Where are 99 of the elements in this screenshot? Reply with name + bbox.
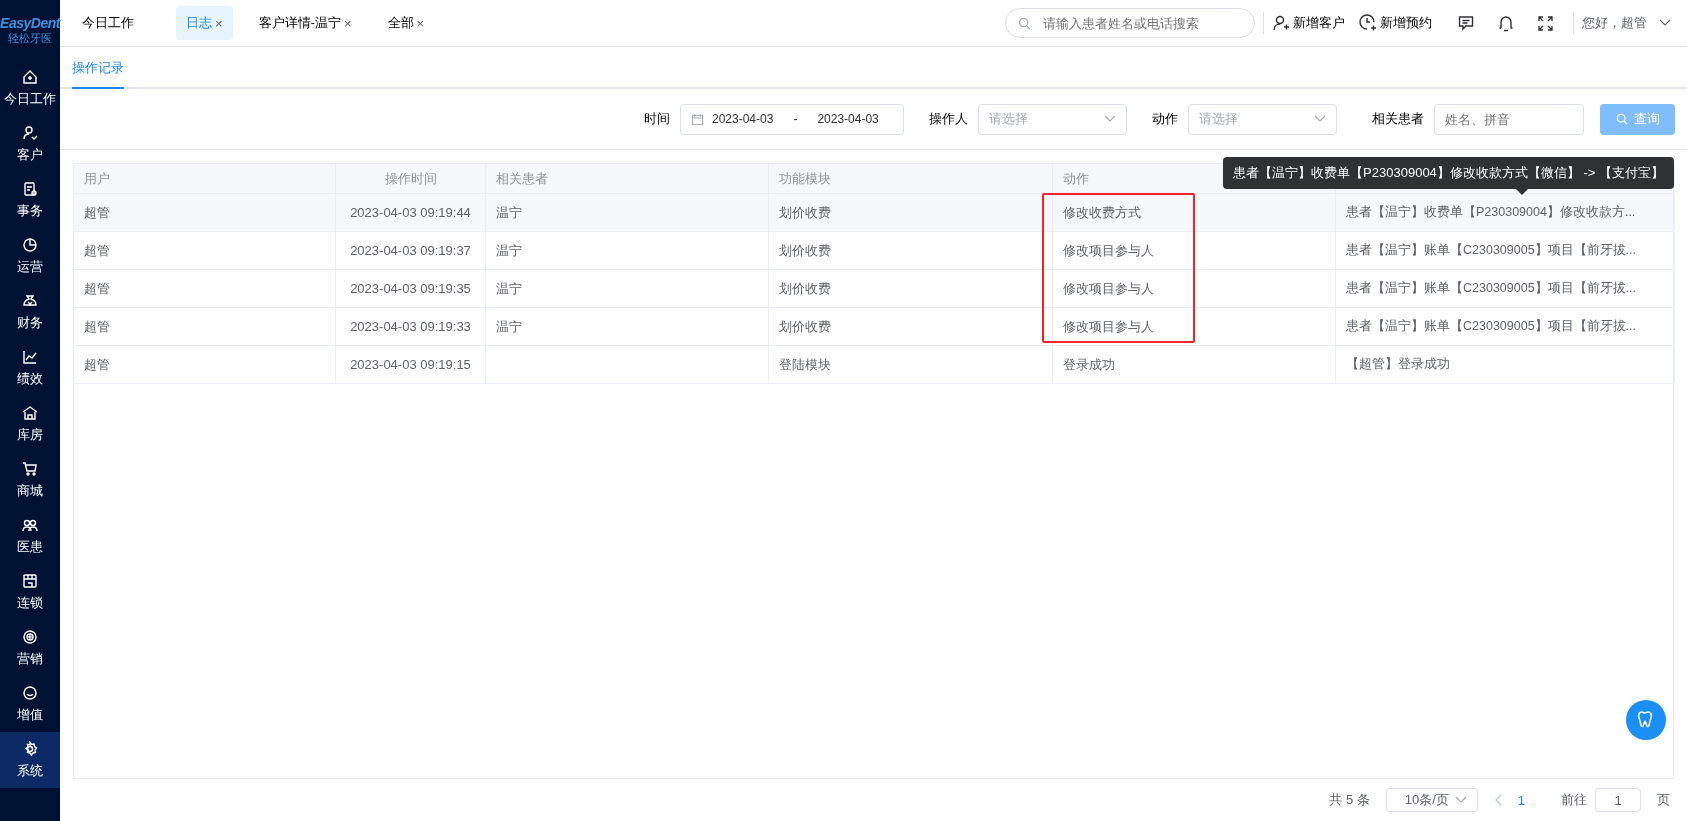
bell-icon[interactable] — [1498, 14, 1514, 32]
target-icon — [22, 628, 38, 645]
logo-brand: EasyDent — [0, 14, 60, 31]
page-input[interactable]: 1 — [1595, 788, 1641, 812]
header-action-button[interactable]: 新增预约 — [1359, 14, 1432, 32]
store-icon — [22, 572, 38, 589]
table-cell: 温宁 — [496, 241, 522, 260]
table-cell: 【超管】登录成功 — [1346, 356, 1450, 373]
table-cell: 修改项目参与人 — [1063, 241, 1154, 260]
table-cell: 超管 — [84, 203, 110, 222]
total-count: 共 5 条 — [1329, 791, 1370, 809]
page-tab[interactable]: 全部 × — [377, 6, 435, 40]
column-header: 动作 — [1063, 169, 1089, 188]
page-size-select[interactable]: 10条/页 — [1385, 788, 1478, 812]
filter-label: 操作人 — [929, 110, 968, 128]
logo-subtitle: 轻松牙医 — [8, 31, 52, 46]
chevron-down-icon — [1104, 115, 1116, 123]
tooth-button[interactable] — [1626, 700, 1666, 740]
gear-icon — [22, 740, 38, 757]
document-icon — [22, 180, 38, 197]
sidebar-item[interactable]: 医患 — [0, 508, 60, 564]
table-cell: 患者【温宁】账单【C230309005】项目【前牙拔... — [1346, 280, 1636, 297]
column-header: 用户 — [84, 169, 110, 188]
table-cell: 划价收费 — [779, 203, 831, 222]
money-bag-icon — [22, 292, 38, 309]
table-cell: 2023-04-03 09:19:33 — [350, 319, 471, 334]
sidebar-item[interactable]: 财务 — [0, 284, 60, 340]
chevron-down-icon — [1659, 19, 1671, 27]
column-header: 操作时间 — [384, 169, 437, 188]
page-tab[interactable]: 今日工作 — [72, 6, 144, 40]
sidebar-item[interactable]: 营销 — [0, 620, 60, 676]
close-icon[interactable]: × — [215, 15, 223, 31]
search-icon — [1018, 16, 1031, 30]
table-cell: 修改收费方式 — [1063, 203, 1141, 222]
add-person-icon — [1272, 14, 1290, 32]
table-cell: 患者【温宁】收费单【P230309004】修改收款方... — [1346, 204, 1636, 221]
add-clock-icon — [1359, 14, 1377, 32]
close-icon[interactable]: × — [343, 15, 352, 31]
home-icon — [22, 68, 38, 85]
date-range-field[interactable]: 2023-04-03 - 2023-04-03 — [680, 103, 904, 135]
sidebar-item[interactable]: 系统 — [0, 732, 60, 788]
sidebar-item[interactable]: 库房 — [0, 396, 60, 452]
search-icon — [1615, 113, 1628, 125]
sidebar-item[interactable]: 增值 — [0, 676, 60, 732]
column-header: 相关患者 — [496, 169, 548, 188]
sidebar-item[interactable]: 商城 — [0, 452, 60, 508]
calendar-icon — [691, 112, 704, 126]
message-icon[interactable] — [1458, 15, 1474, 31]
chevron-down-icon — [1454, 796, 1467, 804]
sidebar-item[interactable]: 运营 — [0, 228, 60, 284]
sidebar-item[interactable]: 今日工作 — [0, 60, 60, 116]
chevron-down-icon — [1314, 115, 1326, 123]
cart-icon — [22, 460, 38, 477]
header-action-button[interactable]: 新增客户 — [1272, 14, 1345, 32]
section-tab[interactable]: 操作记录 — [72, 59, 124, 89]
filter-label: 相关患者 — [1372, 110, 1424, 128]
tooltip-arrow — [1516, 189, 1528, 195]
column-header: 功能模块 — [779, 169, 831, 188]
person-icon — [22, 124, 38, 141]
table-cell: 2023-04-03 09:19:44 — [350, 205, 471, 220]
sidebar-item[interactable]: 事务 — [0, 172, 60, 228]
table-cell: 划价收费 — [779, 317, 831, 336]
page-tab[interactable]: 日志 × — [176, 6, 233, 40]
table-cell: 2023-04-03 09:19:37 — [350, 243, 471, 258]
user-menu[interactable]: 您好，超管 — [1582, 14, 1675, 32]
table-cell: 划价收费 — [779, 241, 831, 260]
smile-icon — [22, 684, 38, 701]
table-cell: 超管 — [84, 355, 110, 374]
sidebar-item[interactable]: 绩效 — [0, 340, 60, 396]
table-cell: 登陆模块 — [779, 355, 831, 374]
table-cell: 患者【温宁】账单【C230309005】项目【前牙拔... — [1346, 318, 1636, 335]
table-cell: 修改项目参与人 — [1063, 279, 1154, 298]
table-cell: 超管 — [84, 317, 110, 336]
table-cell: 超管 — [84, 241, 110, 260]
table-cell: 温宁 — [496, 279, 522, 298]
filter-label: 时间 — [644, 110, 670, 128]
tooltip: 患者【温宁】收费单【P230309004】修改收款方式【微信】 -> 【支付宝】 — [1223, 157, 1674, 189]
goto-label: 前往 — [1561, 791, 1587, 809]
page-suffix: 页 — [1657, 791, 1670, 809]
patient-field[interactable]: 姓名、拼音 — [1434, 103, 1584, 135]
table-cell: 2023-04-03 09:19:15 — [350, 357, 471, 372]
sidebar-item[interactable]: 客户 — [0, 116, 60, 172]
table-cell: 登录成功 — [1063, 355, 1115, 374]
table-cell: 超管 — [84, 279, 110, 298]
line-chart-icon — [22, 348, 38, 365]
table-cell: 患者【温宁】账单【C230309005】项目【前牙拔... — [1346, 242, 1636, 259]
table-cell: 修改项目参与人 — [1063, 317, 1154, 336]
page-number[interactable]: 1 — [1517, 792, 1525, 808]
table-cell: 温宁 — [496, 203, 522, 222]
filter-label: 动作 — [1152, 110, 1178, 128]
fullscreen-icon[interactable] — [1538, 15, 1553, 31]
sidebar-item[interactable]: 连锁 — [0, 564, 60, 620]
close-icon[interactable]: × — [416, 15, 425, 31]
page-tab[interactable]: 客户详情-温宁 × — [248, 6, 362, 40]
warehouse-icon — [22, 404, 38, 421]
table-cell: 2023-04-03 09:19:35 — [350, 281, 471, 296]
table-cell: 温宁 — [496, 317, 522, 336]
pie-chart-icon — [22, 236, 38, 253]
table-cell: 划价收费 — [779, 279, 831, 298]
